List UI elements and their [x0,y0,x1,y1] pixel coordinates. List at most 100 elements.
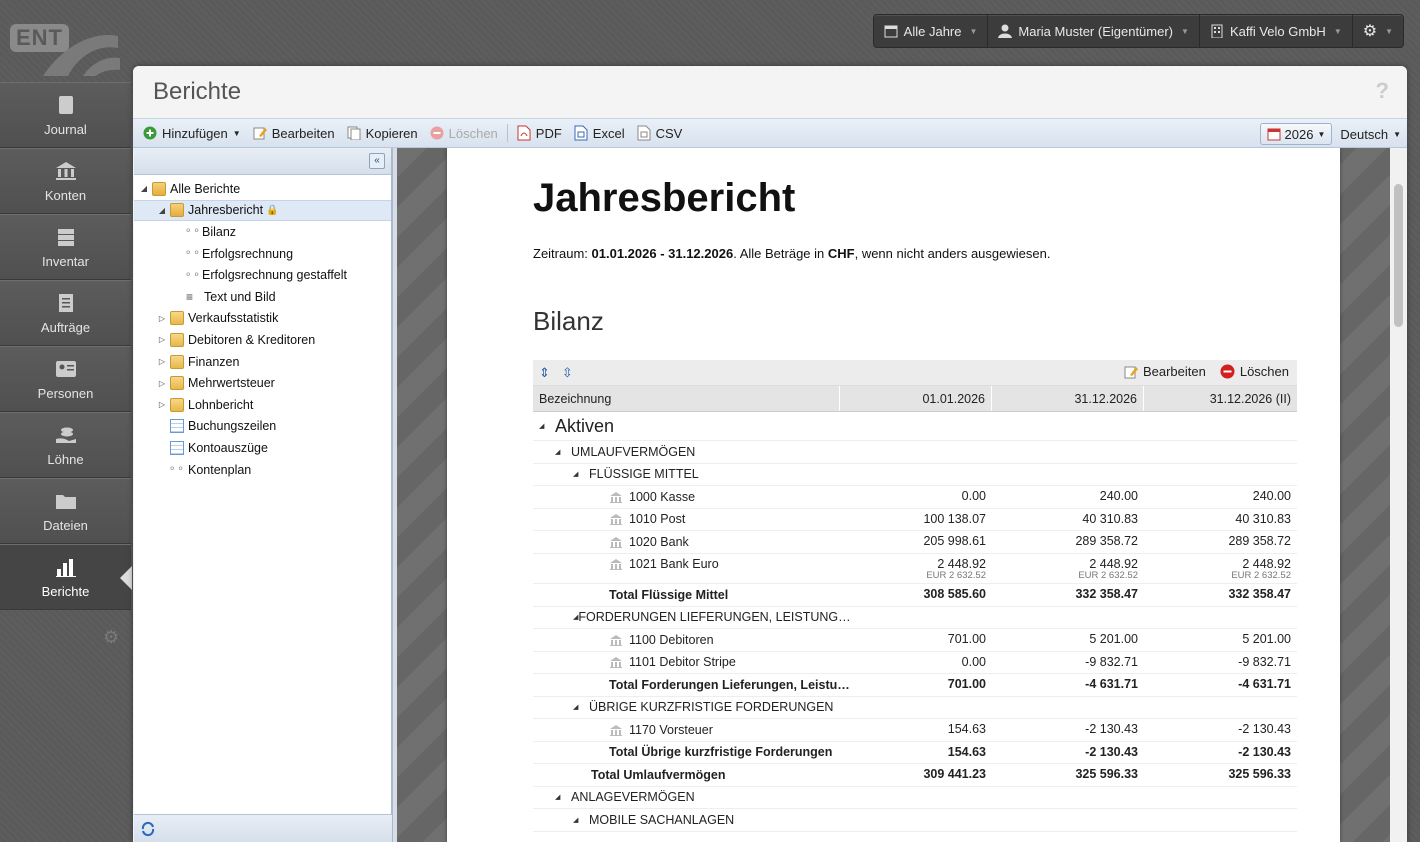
pdf-button-label: PDF [535,125,562,141]
tree-node-erfolgsrechnung[interactable]: ⚬⚬ Erfolgsrechnung [134,243,391,265]
vertical-scrollbar[interactable] [1390,148,1407,842]
chevron-down-icon: ▼ [1181,26,1189,36]
csv-icon [637,125,651,141]
account-row[interactable]: 1000 Kasse 0.00 240.00 240.00 [533,486,1297,509]
account-row[interactable]: 1020 Bank 205 998.61 289 358.72 289 358.72 [533,531,1297,554]
account-row[interactable]: 1170 Vorsteuer 154.63 -2 130.43 -2 130.43 [533,719,1297,742]
group-row[interactable]: ◢ FLÜSSIGE MITTEL [533,464,1297,486]
pdf-button[interactable]: PDF [511,121,568,145]
expanded-arrow-icon[interactable]: ◢ [573,703,589,711]
bank-icon [610,559,622,571]
table-delete-label: Löschen [1239,364,1289,379]
value-cell: 289 358.72 [1144,531,1297,553]
row-label-cell: Total Forderungen Lieferungen, Leistu… [533,674,850,696]
sidebar-settings-gear-icon[interactable]: ⚙ [103,627,119,648]
tree-node-jahresbericht[interactable]: ◢ Jahresbericht 🔒 [134,199,391,222]
tree-node-buchungszeilen[interactable]: Buchungszeilen [134,416,391,438]
add-button[interactable]: Hinzufügen ▼ [137,121,247,145]
sidebar-item-label: Personen [37,385,94,401]
expand-all-icon[interactable]: ⇕ [539,365,550,381]
account-row[interactable]: 1010 Post 100 138.07 40 310.83 40 310.83 [533,509,1297,531]
collapsed-arrow-icon[interactable]: ▷ [156,400,168,409]
collapse-all-icon[interactable]: ⇳ [562,365,573,381]
cell-value: 0.00 [961,489,986,503]
group-row[interactable]: ◢ Aktiven [533,412,1297,441]
tree-node-all-reports[interactable]: ◢ Alle Berichte [134,178,391,200]
settings-menu[interactable]: ⚙ ▼ [1353,15,1403,47]
sidebar-item-label: Inventar [42,253,89,269]
cell-value: 701.00 [947,632,986,646]
account-row[interactable]: 1100 Debitoren 701.00 5 201.00 5 201.00 [533,629,1297,652]
expanded-arrow-icon[interactable]: ◢ [555,448,571,456]
column-header[interactable]: 31.12.2026 (II) [1144,386,1297,411]
row-label-cell: 1101 Debitor Stripe [533,652,840,674]
sidebar-item-inventar[interactable]: Inventar [0,214,131,280]
collapsed-arrow-icon[interactable]: ▷ [156,335,168,344]
sidebar-item-auftraege[interactable]: Aufträge [0,280,131,346]
row-label: 1170 Vorsteuer [629,722,713,737]
group-row[interactable]: ◢ UMLAUFVERMÖGEN [533,441,1297,464]
value-cell: -9 832.71 [1144,652,1297,674]
delete-button[interactable]: Löschen [424,121,504,145]
tree-node-lohnbericht[interactable]: ▷ Lohnbericht [134,394,391,416]
year-selector[interactable]: Alle Jahre ▼ [874,15,989,47]
help-icon[interactable]: ? [1376,78,1389,104]
user-menu[interactable]: Maria Muster (Eigentümer) ▼ [988,15,1200,47]
group-row[interactable]: ◢ MOBILE SACHANLAGEN [533,809,1297,832]
value-cell: 325 596.33 [1144,764,1297,786]
sidebar-item-journal[interactable]: Journal [0,82,131,148]
collapsed-arrow-icon[interactable]: ▷ [156,357,168,366]
group-row[interactable]: ◢ ÜBRIGE KURZFRISTIGE FORDERUNGEN [533,697,1297,719]
company-menu[interactable]: Kaffi Velo GmbH ▼ [1200,15,1353,47]
tree-node-mehrwertsteuer[interactable]: ▷ Mehrwertsteuer [134,372,391,394]
tree-node-label: Kontoauszüge [188,440,268,455]
column-header[interactable]: Bezeichnung [533,386,840,411]
tree-node-debitoren-kreditoren[interactable]: ▷ Debitoren & Kreditoren [134,329,391,351]
cell-value: 309 441.23 [923,767,986,781]
table-edit-button[interactable]: Bearbeiten [1124,364,1206,379]
column-header[interactable]: 31.12.2026 [992,386,1144,411]
expanded-arrow-icon[interactable]: ◢ [573,470,589,478]
year-selector-label: Alle Jahre [903,23,962,39]
group-row[interactable]: ◢ ANLAGEVERMÖGEN [533,787,1297,809]
sidebar-item-dateien[interactable]: Dateien [0,478,131,544]
tree-node-bilanz[interactable]: ⚬⚬ Bilanz [134,221,391,243]
column-header[interactable]: 01.01.2026 [840,386,992,411]
tree-node-erfolgsrechnung-gestaffelt[interactable]: ⚬⚬ Erfolgsrechnung gestaffelt [134,264,391,286]
expanded-arrow-icon[interactable]: ◢ [138,184,150,193]
sidebar-item-konten[interactable]: Konten [0,148,131,214]
tree-node-kontenplan[interactable]: ⚬⚬ Kontenplan [134,459,391,481]
expanded-arrow-icon[interactable]: ◢ [539,422,555,430]
copy-button[interactable]: Kopieren [341,121,424,145]
value-cell: 289 358.72 [992,531,1144,553]
excel-button[interactable]: Excel [568,121,631,145]
tree-node-text-und-bild[interactable]: ≡ Text und Bild [134,286,391,308]
collapse-panel-button[interactable]: « [369,153,385,169]
sidebar-item-berichte[interactable]: Berichte [0,544,132,610]
expanded-arrow-icon[interactable]: ◢ [573,816,589,824]
report-year-label: 2026 [1284,126,1314,142]
group-row[interactable]: ◢ FORDERUNGEN LIEFERUNGEN, LEISTUNG… [533,607,1297,629]
scrollbar-thumb[interactable] [1394,184,1403,327]
pdf-icon [517,125,531,141]
expanded-arrow-icon[interactable]: ◢ [156,206,168,215]
tree-node-finanzen[interactable]: ▷ Finanzen [134,351,391,373]
tree-node-verkaufsstatistik[interactable]: ▷ Verkaufsstatistik [134,308,391,330]
table-delete-button[interactable]: Löschen [1220,364,1289,379]
expanded-arrow-icon[interactable]: ◢ [555,793,571,801]
collapsed-arrow-icon[interactable]: ▷ [156,314,168,323]
csv-button[interactable]: CSV [631,121,689,145]
refresh-icon[interactable] [140,821,156,837]
sidebar-item-personen[interactable]: Personen [0,346,131,412]
tree-node-kontoauszuege[interactable]: Kontoauszüge [134,437,391,459]
edit-button[interactable]: Bearbeiten [247,121,341,145]
collapsed-arrow-icon[interactable]: ▷ [156,379,168,388]
language-selector[interactable]: Deutsch ▼ [1340,122,1401,146]
value-cell: -4 631.71 [1144,674,1297,696]
delete-icon [430,126,444,140]
row-label-cell: ◢ Aktiven [533,412,840,440]
sidebar-item-loehne[interactable]: Löhne [0,412,131,478]
account-row[interactable]: 1101 Debitor Stripe 0.00 -9 832.71 -9 832.7… [533,652,1297,674]
report-year-selector[interactable]: 2026 ▼ [1259,123,1333,145]
account-row[interactable]: 1021 Bank Euro 2 448.92 EUR 2 632.52 2 448.… [533,554,1297,584]
